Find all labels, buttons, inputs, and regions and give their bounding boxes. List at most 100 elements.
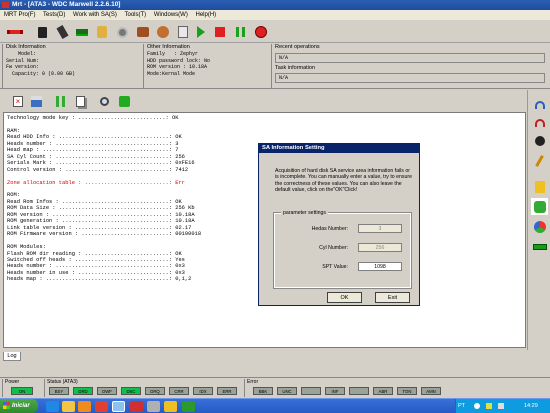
exit-button[interactable]: Exit <box>375 292 410 303</box>
board-icon <box>76 28 88 36</box>
card-button[interactable] <box>54 24 70 40</box>
clear-log-button[interactable]: × <box>10 93 26 109</box>
note-button[interactable] <box>531 178 548 195</box>
redo-button[interactable] <box>531 114 548 131</box>
copy-log-button[interactable] <box>72 93 88 109</box>
magnifier-icon <box>99 96 109 106</box>
disk-information-header: Disk Information <box>6 44 46 50</box>
status-led: DRQ <box>145 387 165 395</box>
status-led: DRD <box>73 387 93 395</box>
ok-button[interactable]: OK <box>327 292 362 303</box>
pause-button[interactable] <box>232 24 248 40</box>
network-icon[interactable] <box>486 403 492 409</box>
menu-work-with-sa[interactable]: Work with SA(S) <box>73 12 117 18</box>
pen-button[interactable] <box>531 152 548 169</box>
info-button[interactable] <box>531 132 548 149</box>
play-icon <box>197 26 205 38</box>
zoom-button[interactable] <box>96 93 112 109</box>
taskbar-ie-icon[interactable] <box>46 401 59 412</box>
vendor-button[interactable] <box>155 24 171 40</box>
stop-button[interactable] <box>212 24 228 40</box>
taskbar-notes-icon[interactable] <box>164 401 177 412</box>
status-led: DSC <box>121 387 141 395</box>
chip-icon <box>37 26 47 38</box>
taskbar-window-icon[interactable] <box>147 401 160 412</box>
menu-tools[interactable]: Tools(T) <box>125 12 147 18</box>
tray-icon[interactable] <box>474 403 480 409</box>
taskbar-media-icon[interactable] <box>78 401 91 412</box>
menu-tests[interactable]: Tests(D) <box>43 12 65 18</box>
status-led: CRR <box>169 387 189 395</box>
palette-icon <box>533 220 546 233</box>
disk-capacity: Capacity: 0 (0.00 GB) <box>6 70 76 77</box>
error-led: UNC <box>277 387 297 395</box>
find-button[interactable] <box>116 93 132 109</box>
undo-icon <box>534 100 545 109</box>
recent-operations-value: N/A <box>275 53 545 63</box>
disk-icon <box>116 26 128 38</box>
dialog-title: SA Information Setting <box>259 144 419 153</box>
menu-mrt-pro[interactable]: MRT Pro(F) <box>4 12 35 18</box>
main-toolbar <box>0 21 550 43</box>
tool-button[interactable] <box>135 24 151 40</box>
pause-icon <box>55 95 65 107</box>
drive-button[interactable] <box>94 24 110 40</box>
puzzle-button[interactable] <box>531 198 548 215</box>
disk-information-group: Disk Information Model: Serial Num: Fw v… <box>2 44 140 88</box>
language-indicator[interactable]: PT <box>458 399 465 413</box>
run-button[interactable] <box>193 24 209 40</box>
error-group: Error BBK UNC INF ABR TON AMN <box>244 379 444 397</box>
status-led: BSY <box>49 387 69 395</box>
taskbar: Iniciar PT 14:29 <box>0 398 550 413</box>
taskbar-folder-icon[interactable] <box>62 401 75 412</box>
error-led <box>349 387 369 395</box>
windows-logo-icon <box>3 402 10 409</box>
clock[interactable]: 14:29 <box>524 399 538 413</box>
info-panel: Disk Information Model: Serial Num: Fw v… <box>0 43 550 89</box>
system-tray: PT 14:29 <box>455 399 550 413</box>
heads-number-field: 3 <box>358 224 402 233</box>
undo-button[interactable] <box>531 96 548 113</box>
book-button[interactable] <box>175 24 191 40</box>
taskbar-chrome-icon[interactable] <box>95 401 108 412</box>
board-button[interactable] <box>74 24 90 40</box>
spt-value-field[interactable]: 1098 <box>358 262 402 271</box>
error-led: BBK <box>253 387 273 395</box>
pause-icon <box>235 27 245 37</box>
task-information-value: N/A <box>275 73 545 83</box>
taskbar-mrt-icon[interactable] <box>112 401 125 412</box>
window-title: Mrt - [ATA3 - WDC Marwell 2.2.6.10] <box>12 1 121 8</box>
save-icon <box>30 95 42 107</box>
disk-button[interactable] <box>114 24 130 40</box>
close-button[interactable] <box>253 24 269 40</box>
connect-button[interactable] <box>4 24 26 40</box>
error-led <box>301 387 321 395</box>
volume-icon[interactable] <box>498 403 504 409</box>
start-label: Iniciar <box>12 403 30 409</box>
recent-operations-header: Recent operations <box>275 44 320 50</box>
taskbar-app-icon[interactable] <box>130 401 143 412</box>
status-label: Status (ATA3) <box>47 379 78 385</box>
ram-button[interactable] <box>531 238 548 255</box>
pause-log-button[interactable] <box>52 93 68 109</box>
error-led: TON <box>397 387 417 395</box>
menu-windows[interactable]: Windows(W) <box>154 12 188 18</box>
vendor-icon <box>157 26 169 38</box>
status-bar: Power ON Status (ATA3) BSY DRD DWF DSC DRQ CR… <box>0 377 550 397</box>
menu-help[interactable]: Help(H) <box>196 12 217 18</box>
mode: Mode:Kernal Mode <box>147 70 196 77</box>
cyl-number-label: Cyl Number: <box>319 245 348 251</box>
tab-log[interactable]: Log <box>3 352 21 361</box>
other-information-header: Other Information <box>147 44 190 50</box>
chip-button[interactable] <box>34 24 50 40</box>
connector-icon <box>7 30 23 34</box>
parameter-settings-group: parameter settings Hedas Number: 3 Cyl N… <box>273 210 412 289</box>
taskbar-tool-icon[interactable] <box>182 401 195 412</box>
spt-value-label: SPT Value: <box>322 264 348 270</box>
task-information-header: Task information <box>275 65 316 71</box>
save-log-button[interactable] <box>28 93 44 109</box>
start-button[interactable]: Iniciar <box>0 399 38 413</box>
puzzle-icon <box>533 200 546 213</box>
right-toolbar <box>527 90 550 350</box>
palette-button[interactable] <box>531 218 548 235</box>
